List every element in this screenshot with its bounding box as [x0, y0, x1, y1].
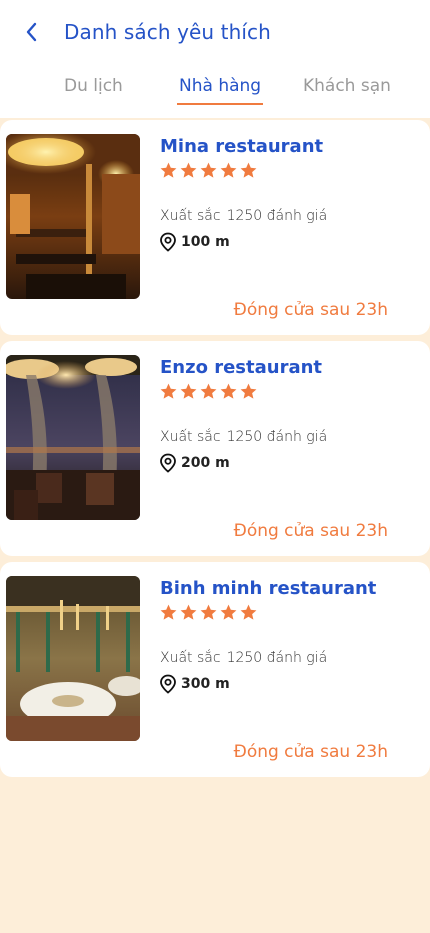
tab-bar: Du lịch Nhà hàng Khách sạn — [0, 76, 430, 106]
review-count: 1250 đánh giá — [226, 429, 328, 445]
star-icon — [240, 383, 257, 399]
star-icon — [220, 604, 237, 620]
restaurant-card[interactable]: Enzo restaurant Xuất sắc 1250 đánh giá 20… — [0, 341, 430, 556]
closing-time: Đóng cửa sau 23h — [233, 742, 388, 762]
star-icon — [200, 604, 217, 620]
restaurant-photo — [6, 576, 140, 741]
star-icon — [160, 383, 177, 399]
star-icon — [180, 604, 197, 620]
closing-time: Đóng cửa sau 23h — [233, 521, 388, 541]
rating-summary: Xuất sắc 1250 đánh giá — [160, 650, 333, 666]
restaurant-card[interactable]: Mina restaurant Xuất sắc 1250 đánh giá 10… — [0, 120, 430, 335]
star-icon — [200, 383, 217, 399]
location-pin-icon — [160, 674, 176, 694]
location-pin-icon — [160, 453, 176, 473]
distance-value: 100 m — [181, 234, 230, 250]
star-rating — [159, 603, 258, 622]
restaurant-photo — [6, 355, 140, 520]
rating-label: Xuất sắc — [160, 208, 221, 224]
rating-label: Xuất sắc — [160, 429, 221, 445]
page-title: Danh sách yêu thích — [64, 20, 271, 44]
star-icon — [160, 604, 177, 620]
review-count: 1250 đánh giá — [226, 208, 328, 224]
star-icon — [180, 162, 197, 178]
closing-time: Đóng cửa sau 23h — [233, 300, 388, 320]
star-rating — [159, 161, 258, 180]
distance: 300 m — [159, 674, 230, 694]
header: Danh sách yêu thích Du lịch Nhà hàng Khá… — [0, 0, 430, 118]
star-rating — [159, 382, 258, 401]
rating-summary: Xuất sắc 1250 đánh giá — [160, 429, 333, 445]
star-icon — [180, 383, 197, 399]
star-icon — [200, 162, 217, 178]
restaurant-name[interactable]: Enzo restaurant — [160, 357, 322, 378]
star-icon — [220, 162, 237, 178]
distance: 200 m — [159, 453, 230, 473]
distance: 100 m — [159, 232, 230, 252]
tab-active-indicator — [177, 103, 264, 105]
star-icon — [160, 162, 177, 178]
back-button[interactable] — [18, 18, 46, 46]
restaurant-photo — [6, 134, 140, 299]
distance-value: 200 m — [181, 455, 230, 471]
tab-nha-hang[interactable]: Nhà hàng — [177, 76, 264, 105]
rating-summary: Xuất sắc 1250 đánh giá — [160, 208, 333, 224]
tab-du-lich[interactable]: Du lịch — [64, 76, 123, 96]
star-icon — [220, 383, 237, 399]
restaurant-name[interactable]: Mina restaurant — [160, 136, 323, 157]
star-icon — [240, 604, 257, 620]
restaurant-name[interactable]: Binh minh restaurant — [160, 578, 376, 599]
tab-label: Nhà hàng — [179, 76, 262, 96]
chevron-left-icon — [26, 22, 37, 42]
distance-value: 300 m — [181, 676, 230, 692]
restaurant-card[interactable]: Binh minh restaurant Xuất sắc 1250 đánh g… — [0, 562, 430, 777]
location-pin-icon — [160, 232, 176, 252]
rating-label: Xuất sắc — [160, 650, 221, 666]
star-icon — [240, 162, 257, 178]
review-count: 1250 đánh giá — [226, 650, 328, 666]
tab-khach-san[interactable]: Khách sạn — [303, 76, 391, 96]
